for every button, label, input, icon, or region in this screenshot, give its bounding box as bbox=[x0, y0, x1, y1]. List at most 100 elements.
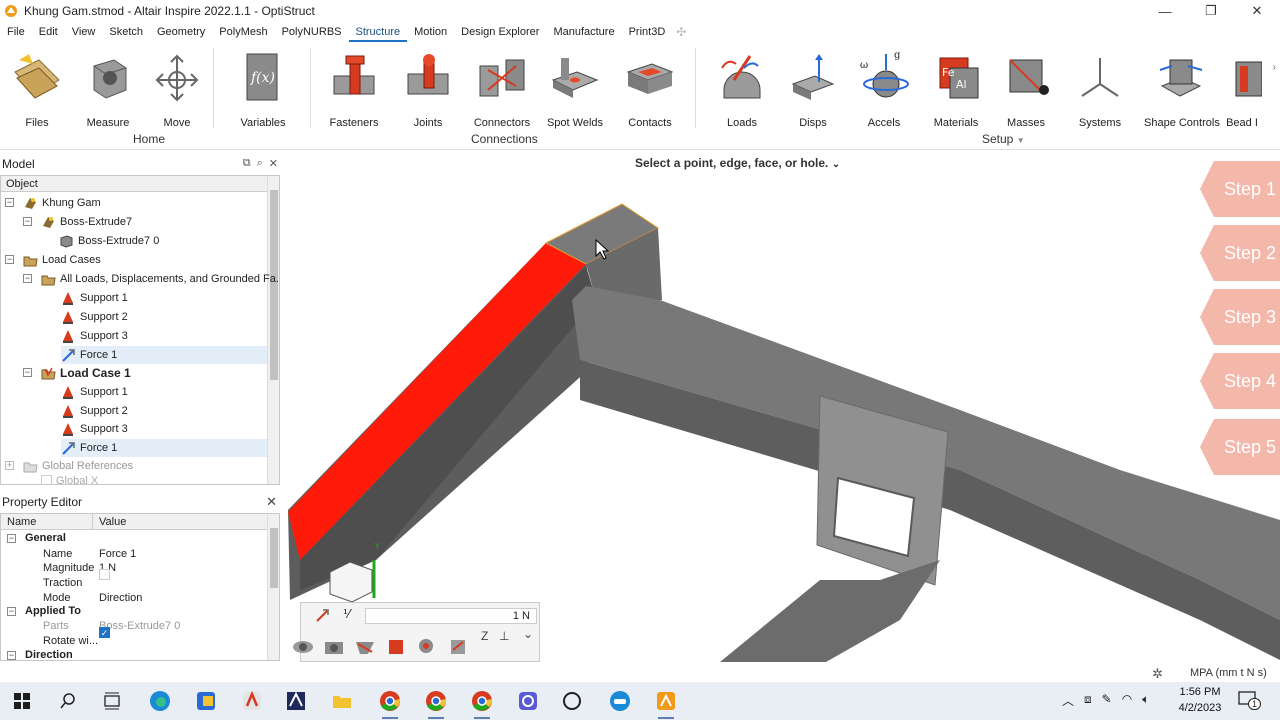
fasteners-tool[interactable]: Fasteners bbox=[318, 48, 390, 129]
volume-icon[interactable]: 🔈︎ bbox=[1142, 692, 1149, 709]
close-icon[interactable]: ✕ bbox=[266, 494, 277, 510]
tree-item-global-x[interactable]: Global X bbox=[41, 475, 267, 484]
step-1-button[interactable]: Step 1 bbox=[1200, 161, 1280, 217]
ribbon-scroll-right-icon[interactable]: › bbox=[1273, 62, 1276, 73]
masses-tool[interactable]: Masses bbox=[990, 48, 1062, 129]
meet-now-icon[interactable]: ⧈ bbox=[1084, 692, 1092, 709]
spot-welds-tool[interactable]: Spot Welds bbox=[539, 48, 611, 129]
chrome-app-3[interactable] bbox=[462, 682, 502, 720]
joints-tool[interactable]: Joints bbox=[392, 48, 464, 129]
search-taskbar-button[interactable] bbox=[48, 682, 88, 720]
move-tool[interactable]: Move bbox=[141, 48, 213, 129]
acrobat-app[interactable] bbox=[232, 682, 272, 720]
tree-item-load-cases[interactable]: − Load Cases bbox=[5, 251, 267, 269]
chevron-down-icon[interactable]: ⌄ bbox=[523, 627, 533, 641]
menu-manufacture[interactable]: Manufacture bbox=[546, 22, 621, 42]
magnitude-input[interactable]: 1 N bbox=[365, 608, 537, 624]
menu-edit[interactable]: Edit bbox=[32, 22, 65, 42]
measure-tool[interactable]: Measure bbox=[72, 48, 144, 129]
edge-app[interactable] bbox=[140, 682, 180, 720]
tree-item-load-case-1[interactable]: − Load Case 1 bbox=[23, 364, 267, 382]
inspire-app[interactable] bbox=[646, 682, 686, 720]
tree-item-support-3[interactable]: Support 3 bbox=[61, 420, 267, 438]
pen-icon[interactable]: ✎ bbox=[1102, 692, 1112, 709]
collapse-icon[interactable]: − bbox=[7, 607, 16, 616]
disps-tool[interactable]: Disps bbox=[777, 48, 849, 129]
collapse-icon[interactable]: − bbox=[5, 255, 14, 264]
bead-tool[interactable]: Bead I bbox=[1220, 48, 1264, 129]
menu-polymesh[interactable]: PolyMesh bbox=[212, 22, 274, 42]
tree-item-boss-extrude7[interactable]: − Boss-Extrude7 bbox=[23, 213, 267, 231]
shape-controls-tool[interactable]: Shape Controls bbox=[1144, 48, 1220, 129]
traction-toggle-icon[interactable]: ⅟ bbox=[343, 607, 350, 621]
restore-button[interactable]: ❐ bbox=[1188, 0, 1234, 22]
clock[interactable]: 1:56 PM 4/2/2023 bbox=[1170, 684, 1230, 716]
filter-icon[interactable]: ⧉ bbox=[243, 157, 251, 170]
minimize-button[interactable]: — bbox=[1142, 0, 1188, 22]
chrome-app-2[interactable] bbox=[416, 682, 456, 720]
camera-icon[interactable] bbox=[323, 636, 345, 661]
tree-item-support-2[interactable]: Support 2 bbox=[61, 402, 267, 420]
app-ring[interactable] bbox=[552, 682, 592, 720]
collapse-icon[interactable]: − bbox=[5, 198, 14, 207]
tree-scrollbar[interactable] bbox=[267, 176, 279, 484]
task-view-button[interactable] bbox=[92, 682, 132, 720]
contacts-tool[interactable]: Contacts bbox=[614, 48, 686, 129]
lower-beam[interactable] bbox=[720, 560, 940, 662]
zoom-icon[interactable] bbox=[416, 636, 438, 661]
zalo-app[interactable] bbox=[600, 682, 640, 720]
tree-item-support-2[interactable]: Support 2 bbox=[61, 308, 267, 326]
settings-icon[interactable]: ✲ bbox=[1152, 666, 1163, 682]
menu-polynurbs[interactable]: PolyNURBS bbox=[275, 22, 349, 42]
collapse-icon[interactable]: − bbox=[23, 274, 32, 283]
files-tool[interactable]: Files bbox=[1, 48, 73, 129]
ribbon-group-setup[interactable]: Setup ▼ bbox=[982, 132, 1025, 146]
tree-item-boss-extrude7-0[interactable]: Boss-Extrude7 0 bbox=[59, 232, 267, 250]
wifi-icon[interactable]: ◠ bbox=[1122, 692, 1132, 709]
tree-item-global-references[interactable]: + Global References bbox=[5, 457, 267, 475]
step-4-button[interactable]: Step 4 bbox=[1200, 353, 1280, 409]
materials-tool[interactable]: Fe Al Materials bbox=[920, 48, 992, 129]
menu-sketch[interactable]: Sketch bbox=[102, 22, 150, 42]
property-row-name[interactable]: Name Force 1 bbox=[1, 546, 271, 561]
explode-icon[interactable] bbox=[447, 636, 469, 661]
close-window-button[interactable]: ✕ bbox=[1234, 0, 1280, 22]
menu-motion[interactable]: Motion bbox=[407, 22, 454, 42]
perpendicular-icon[interactable]: ⊥ bbox=[499, 629, 509, 643]
expand-icon[interactable]: + bbox=[5, 461, 14, 470]
collapse-icon[interactable]: − bbox=[7, 534, 16, 543]
altair-app[interactable] bbox=[276, 682, 316, 720]
force-icon[interactable] bbox=[315, 607, 331, 626]
render-mode-icon[interactable] bbox=[385, 636, 407, 661]
selection-prompt[interactable]: Select a point, edge, face, or hole. ⌄ bbox=[635, 156, 840, 170]
connectors-tool[interactable]: Connectors bbox=[466, 48, 538, 129]
notifications-button[interactable]: 1 bbox=[1238, 690, 1262, 712]
visibility-icon[interactable] bbox=[292, 636, 314, 661]
property-row-magnitude[interactable]: Magnitude 1 N bbox=[1, 560, 271, 575]
step-2-button[interactable]: Step 2 bbox=[1200, 225, 1280, 281]
menu-file[interactable]: File bbox=[0, 22, 32, 42]
menu-view[interactable]: View bbox=[65, 22, 103, 42]
collapse-icon[interactable]: − bbox=[23, 368, 32, 377]
property-row-mode[interactable]: Mode Direction bbox=[1, 590, 271, 605]
direction-z-icon[interactable]: Z bbox=[481, 629, 488, 643]
menu-geometry[interactable]: Geometry bbox=[150, 22, 212, 42]
file-explorer-app[interactable] bbox=[322, 682, 362, 720]
property-value[interactable]: Force 1 bbox=[99, 548, 136, 560]
scroll-thumb[interactable] bbox=[270, 528, 278, 588]
property-row-parts[interactable]: Parts Boss-Extrude7 0 bbox=[1, 618, 271, 633]
traction-checkbox[interactable] bbox=[99, 569, 110, 583]
section-cut-icon[interactable] bbox=[354, 636, 376, 661]
collapse-icon[interactable]: − bbox=[7, 651, 16, 660]
accels-tool[interactable]: ωg Accels bbox=[848, 48, 920, 129]
variables-tool[interactable]: f(x) Variables bbox=[227, 48, 299, 129]
property-value[interactable]: Direction bbox=[99, 592, 142, 604]
start-button[interactable] bbox=[2, 682, 42, 720]
rotate-checkbox[interactable]: ✓ bbox=[99, 627, 110, 639]
step-5-button[interactable]: Step 5 bbox=[1200, 419, 1280, 475]
search-icon[interactable]: ⌕ bbox=[257, 157, 263, 170]
step-3-button[interactable]: Step 3 bbox=[1200, 289, 1280, 345]
app-purple[interactable] bbox=[508, 682, 548, 720]
tree-item-force-1[interactable]: Force 1 bbox=[61, 439, 267, 457]
tree-item-support-1[interactable]: Support 1 bbox=[61, 289, 267, 307]
